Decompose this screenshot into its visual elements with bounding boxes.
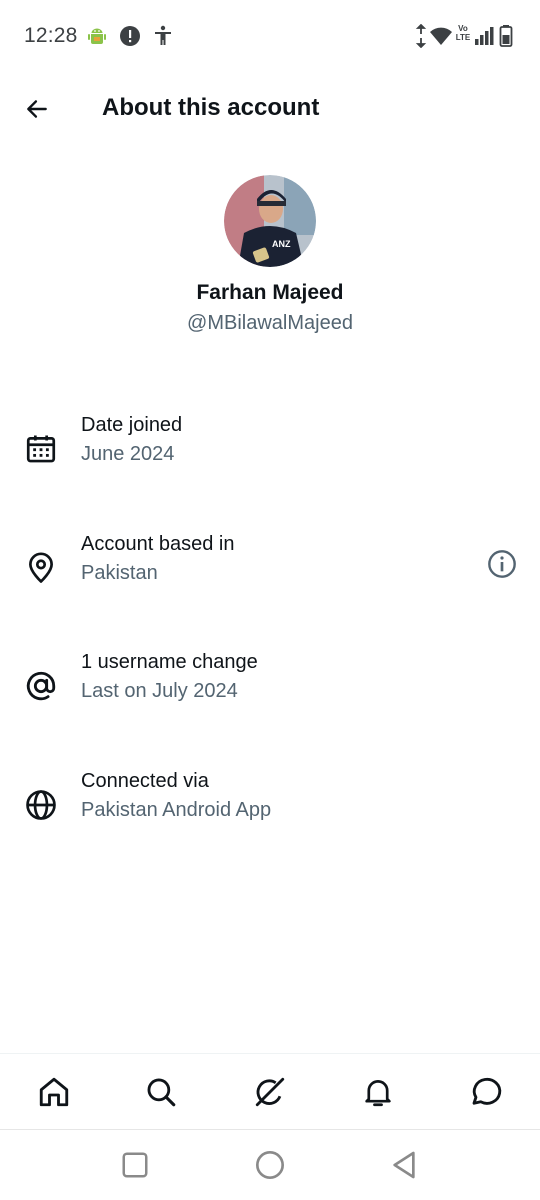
volte-top-text: Vo xyxy=(458,24,468,33)
nav-search[interactable] xyxy=(141,1072,181,1112)
back-triangle-icon xyxy=(393,1151,415,1179)
username-change-label: 1 username change xyxy=(81,651,258,673)
connected-via-label: Connected via xyxy=(81,770,209,792)
system-navigation-bar xyxy=(0,1129,540,1200)
volte-bottom-text: LTE xyxy=(455,33,471,42)
search-icon xyxy=(147,1078,176,1107)
account-based-value: Pakistan xyxy=(81,562,158,584)
account-based-label: Account based in xyxy=(81,533,235,555)
system-back-button[interactable] xyxy=(387,1148,421,1182)
date-joined-value: June 2024 xyxy=(81,443,175,465)
location-pin-icon xyxy=(29,552,53,583)
wifi-icon xyxy=(430,27,452,45)
accessibility-icon xyxy=(155,25,171,45)
top-app-bar: About this account xyxy=(0,72,540,144)
nav-notifications[interactable] xyxy=(358,1072,398,1112)
bottom-navigation xyxy=(0,1053,540,1129)
recents-button[interactable] xyxy=(118,1148,152,1182)
date-joined-row: Date joined June 2024 xyxy=(0,414,540,486)
info-icon[interactable] xyxy=(486,548,518,580)
home-icon xyxy=(39,1077,69,1107)
page-title: About this account xyxy=(102,94,320,121)
message-icon xyxy=(472,1077,502,1105)
alert-icon xyxy=(120,26,140,46)
signal-icon xyxy=(475,27,494,45)
back-button[interactable] xyxy=(18,90,56,128)
grok-icon xyxy=(255,1077,285,1107)
status-bar: 12:28 Vo LTE xyxy=(0,0,540,72)
nav-grok[interactable] xyxy=(250,1072,290,1112)
profile-handle: @MBilawalMajeed xyxy=(187,312,353,334)
jersey-mark: ANZ xyxy=(272,239,291,249)
home-circle-icon xyxy=(256,1151,284,1179)
avatar-photo: ANZ xyxy=(224,175,316,267)
bell-icon xyxy=(365,1080,391,1107)
arrow-left-icon xyxy=(27,100,47,118)
nav-home[interactable] xyxy=(34,1072,74,1112)
connected-via-value: Pakistan Android App xyxy=(81,799,272,821)
username-change-value: Last on July 2024 xyxy=(81,680,238,702)
account-based-row: Account based in Pakistan xyxy=(0,533,540,605)
date-joined-label: Date joined xyxy=(81,414,183,436)
avatar[interactable]: ANZ xyxy=(224,175,316,267)
connected-via-row: Connected via Pakistan Android App xyxy=(0,770,540,842)
android-icon xyxy=(88,28,106,44)
battery-icon xyxy=(499,25,513,47)
data-arrows-icon xyxy=(415,24,427,48)
nav-messages[interactable] xyxy=(466,1072,506,1112)
username-change-row: 1 username change Last on July 2024 xyxy=(0,651,540,723)
globe-icon xyxy=(26,790,56,820)
home-button[interactable] xyxy=(253,1148,287,1182)
at-sign-icon xyxy=(26,671,56,701)
profile-name: Farhan Majeed xyxy=(196,281,344,304)
volte-icon: Vo LTE xyxy=(455,24,471,48)
recents-icon xyxy=(122,1152,148,1178)
status-time: 12:28 xyxy=(24,24,78,47)
calendar-icon xyxy=(26,435,56,463)
